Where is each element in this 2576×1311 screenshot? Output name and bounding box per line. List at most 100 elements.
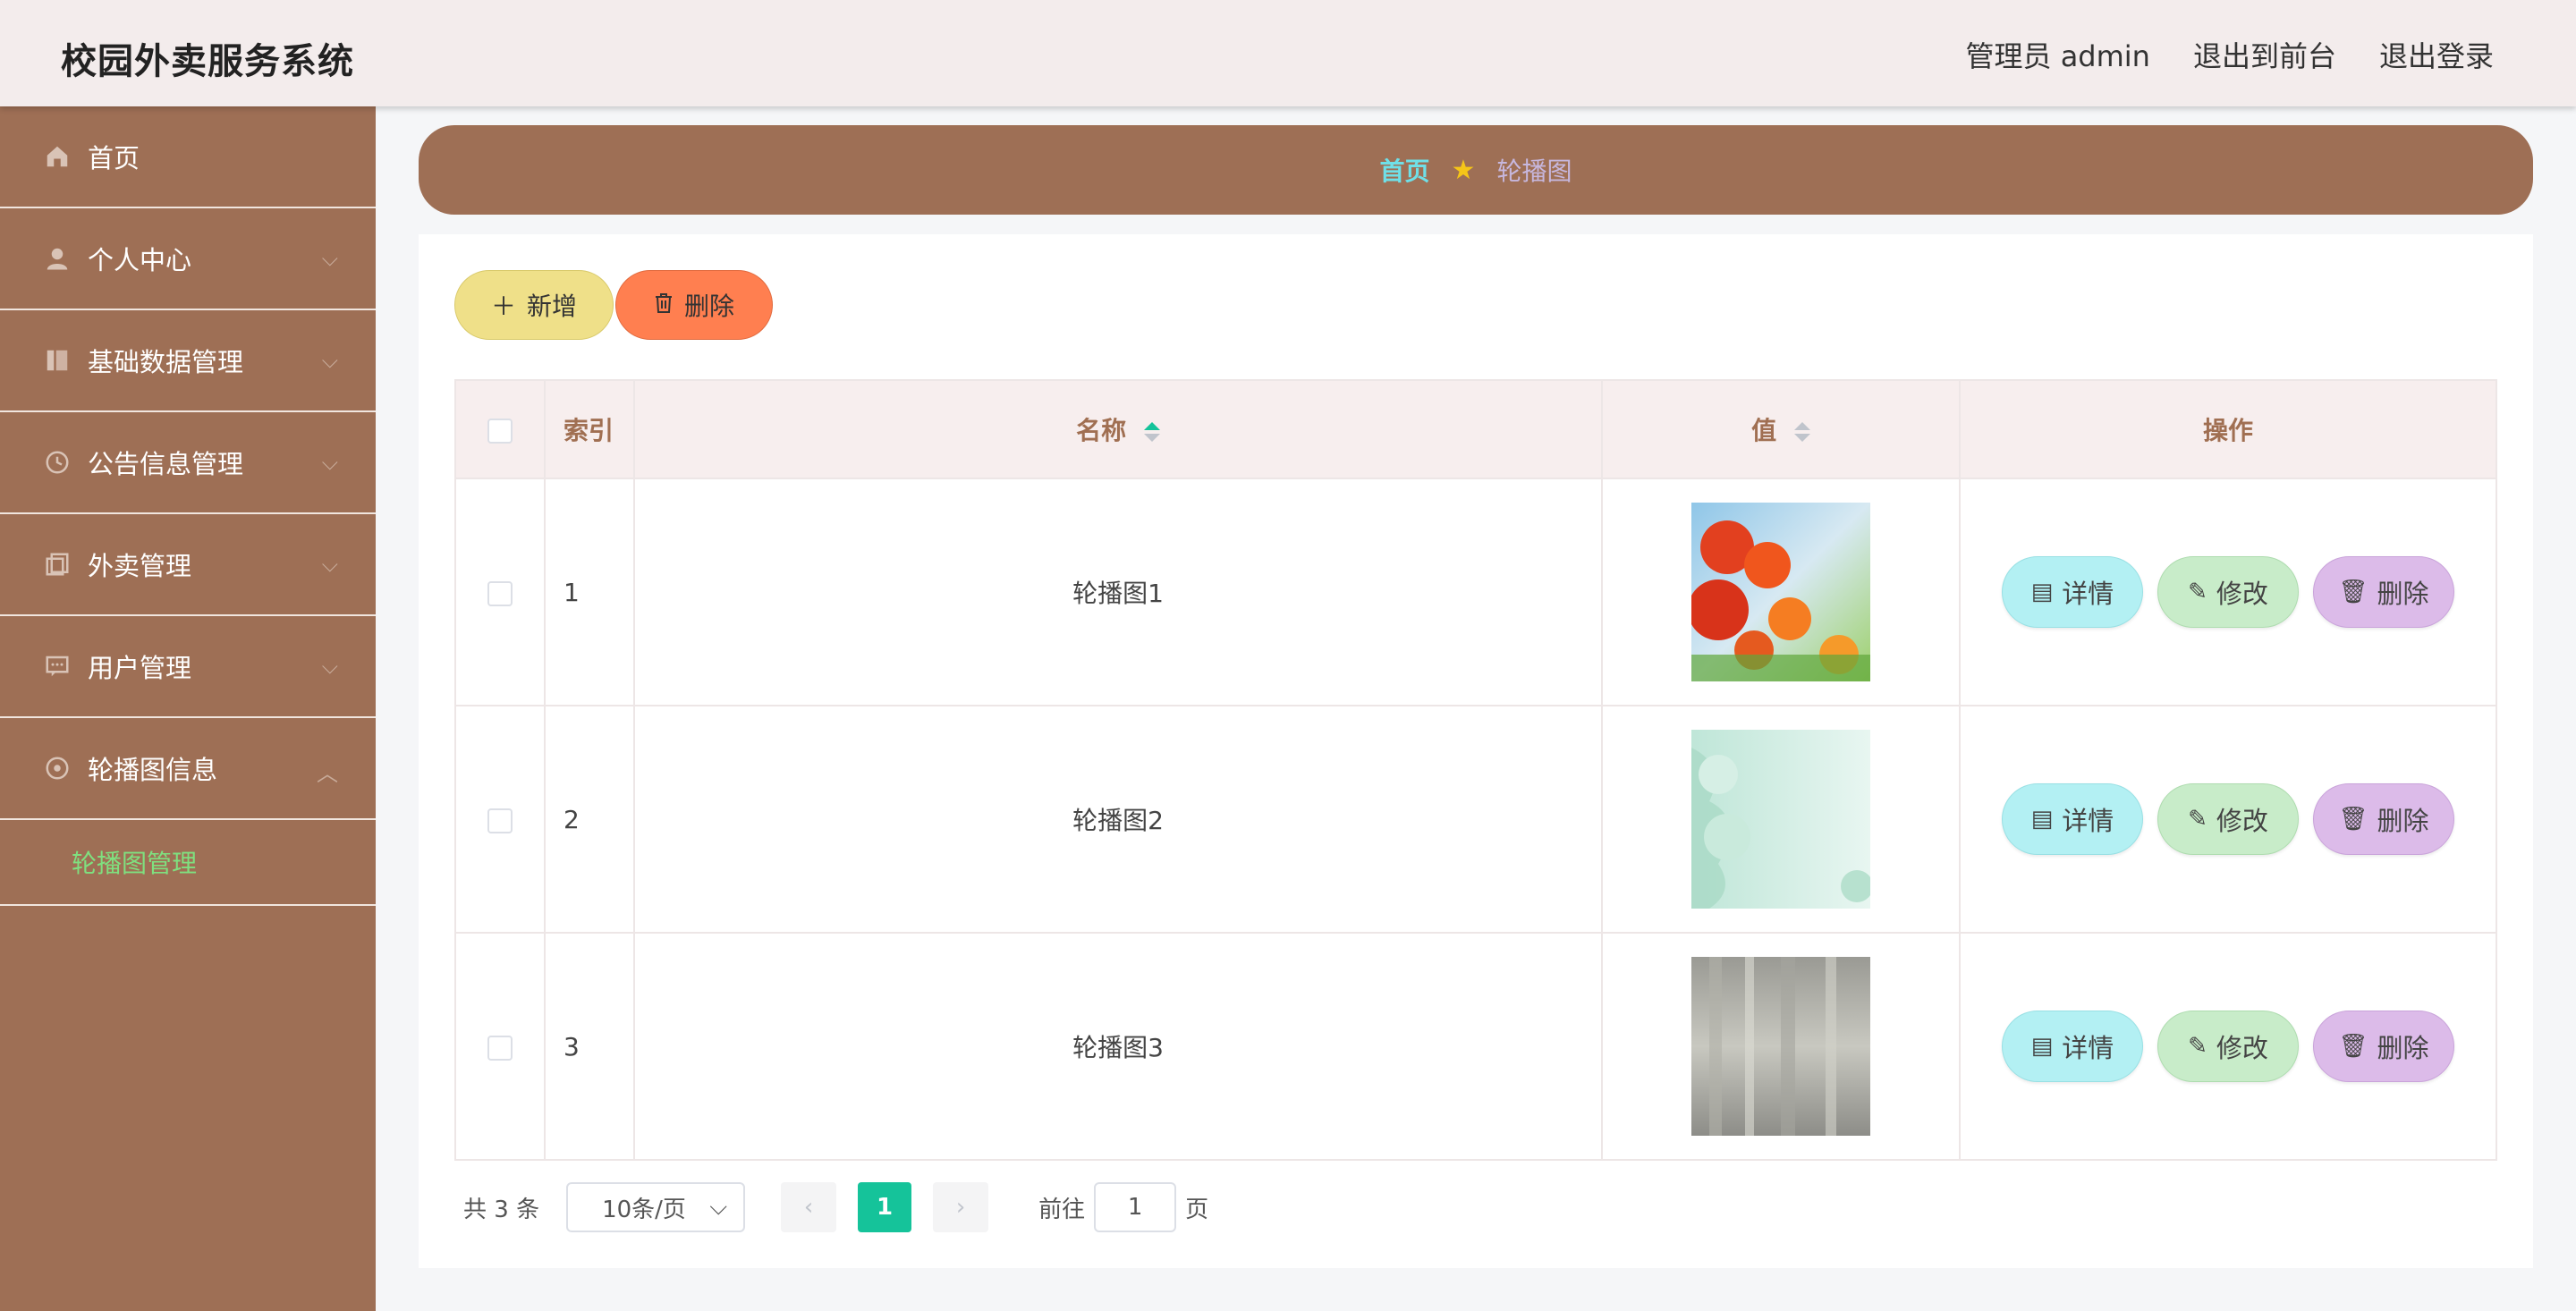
chevron-down-icon: ⌵ <box>321 348 338 373</box>
sidebar-item-label: 用户管理 <box>88 653 192 683</box>
delete-label: 删除 <box>2377 1033 2429 1063</box>
chevron-down-icon: ⌵ <box>709 1193 728 1221</box>
app-title: 校园外卖服务系统 <box>61 41 354 82</box>
exit-to-frontend-link[interactable]: 退出到前台 <box>2193 34 2336 75</box>
book-icon <box>43 346 72 375</box>
pagination-total: 共 3 条 <box>463 1196 540 1223</box>
edit-button[interactable]: ✎ 修改 <box>2157 556 2299 628</box>
page-size-select[interactable]: 10条/页 ⌵ <box>566 1182 746 1232</box>
sidebar-item-home[interactable]: 首页 <box>0 106 376 208</box>
column-header-name-label: 名称 <box>1076 416 1127 445</box>
home-icon <box>43 142 72 171</box>
document-icon: ▤ <box>2030 579 2054 605</box>
next-page-button[interactable]: › <box>933 1182 989 1232</box>
breadcrumb-current: 轮播图 <box>1496 156 1572 186</box>
trash-icon: 🗑 <box>2338 806 2368 833</box>
carousel-image-thumbnail[interactable] <box>1691 503 1870 681</box>
edit-button[interactable]: ✎ 修改 <box>2157 783 2299 855</box>
sort-icon[interactable] <box>1793 422 1810 442</box>
column-header-index: 索引 <box>544 379 635 479</box>
carousel-image-thumbnail[interactable] <box>1691 957 1870 1136</box>
row-checkbox[interactable] <box>487 580 513 606</box>
sidebar-item-basic-data[interactable]: 基础数据管理 ⌵ <box>0 310 376 412</box>
sidebar-subitem-carousel-manage[interactable]: 轮播图管理 <box>0 820 376 906</box>
add-button[interactable]: ＋ 新增 <box>454 270 614 340</box>
page-size-value: 10条/页 <box>602 1196 686 1223</box>
detail-button[interactable]: ▤ 详情 <box>2002 1011 2143 1082</box>
row-select-cell <box>454 705 546 934</box>
detail-button[interactable]: ▤ 详情 <box>2002 556 2143 628</box>
delete-button[interactable]: 🗑 删除 <box>2313 556 2454 628</box>
document-icon: ▤ <box>2030 806 2054 833</box>
data-table: 索引 名称 值 操作 1 轮播图1 ▤ 详情 ✎ 修改 🗑 删除 2 轮播图2 … <box>454 379 2497 1161</box>
row-actions: ▤ 详情 ✎ 修改 🗑 删除 <box>1959 478 2497 706</box>
breadcrumb-home[interactable]: 首页 <box>1380 152 1430 188</box>
star-icon: ★ <box>1451 154 1476 186</box>
sidebar-item-label: 首页 <box>88 143 140 173</box>
sidebar-item-notice[interactable]: 公告信息管理 ⌵ <box>0 412 376 514</box>
trash-icon: 🗑 <box>2338 579 2368 605</box>
row-checkbox[interactable] <box>487 808 513 833</box>
sidebar-item-carousel[interactable]: 轮播图信息 ︿ <box>0 718 376 820</box>
delete-button[interactable]: 🗑 删除 <box>2313 1011 2454 1082</box>
row-index: 3 <box>544 932 635 1161</box>
sidebar-item-users[interactable]: 用户管理 ⌵ <box>0 616 376 718</box>
trash-icon <box>654 291 674 320</box>
carousel-image-thumbnail[interactable] <box>1691 730 1870 909</box>
clock-icon <box>43 448 72 477</box>
table-header-row: 索引 名称 值 操作 <box>454 379 2497 479</box>
column-header-value[interactable]: 值 <box>1601 379 1961 479</box>
goto-suffix: 页 <box>1185 1196 1209 1223</box>
chevron-down-icon: ⌵ <box>321 246 338 271</box>
column-header-value-label: 值 <box>1751 416 1777 445</box>
top-nav: 管理员 admin 退出到前台 退出登录 <box>1966 34 2494 75</box>
detail-label: 详情 <box>2062 806 2114 836</box>
row-name: 轮播图3 <box>633 932 1603 1161</box>
chevron-up-icon: ︿ <box>317 761 338 786</box>
select-all-cell <box>454 379 546 479</box>
sidebar-item-label: 基础数据管理 <box>88 347 244 377</box>
row-value <box>1601 705 1961 934</box>
disc-icon <box>43 754 72 782</box>
page-number-button[interactable]: 1 <box>858 1182 912 1232</box>
row-name: 轮播图1 <box>633 478 1603 706</box>
delete-button[interactable]: 🗑 删除 <box>2313 783 2454 855</box>
goto-page-input[interactable]: 1 <box>1094 1182 1177 1232</box>
chevron-down-icon: ⌵ <box>321 450 338 475</box>
sort-icon[interactable] <box>1143 422 1160 442</box>
logout-link[interactable]: 退出登录 <box>2379 34 2494 75</box>
sidebar-item-personal[interactable]: 个人中心 ⌵ <box>0 208 376 310</box>
pagination: 共 3 条 10条/页 ⌵ ‹ 1 › 前往 1 页 <box>463 1182 1208 1232</box>
sidebar-item-label: 轮播图信息 <box>88 755 218 785</box>
batch-delete-label: 删除 <box>683 292 734 321</box>
document-icon: ▤ <box>2030 1033 2054 1060</box>
user-icon <box>43 244 72 273</box>
table-row: 3 轮播图3 ▤ 详情 ✎ 修改 🗑 删除 <box>454 932 2497 1161</box>
pencil-icon: ✎ <box>2188 1033 2207 1060</box>
row-checkbox[interactable] <box>487 1035 513 1061</box>
add-button-label: 新增 <box>527 292 578 321</box>
column-header-name[interactable]: 名称 <box>633 379 1603 479</box>
chat-icon <box>43 652 72 681</box>
sidebar-item-label: 公告信息管理 <box>88 449 244 479</box>
row-value <box>1601 932 1961 1161</box>
sidebar: 首页 个人中心 ⌵ 基础数据管理 ⌵ 公告信息管理 ⌵ 外卖管理 ⌵ 用户管理 … <box>0 106 376 1311</box>
prev-page-button[interactable]: ‹ <box>781 1182 837 1232</box>
admin-user-link[interactable]: 管理员 admin <box>1966 34 2150 75</box>
delete-label: 删除 <box>2377 579 2429 609</box>
sidebar-item-takeout[interactable]: 外卖管理 ⌵ <box>0 514 376 616</box>
batch-delete-button[interactable]: 删除 <box>615 270 773 340</box>
row-index: 2 <box>544 705 635 934</box>
breadcrumb: 首页 ★ 轮播图 <box>419 125 2533 215</box>
row-value <box>1601 478 1961 706</box>
sidebar-item-label: 外卖管理 <box>88 551 192 581</box>
select-all-checkbox[interactable] <box>487 418 513 444</box>
goto-prefix: 前往 <box>1038 1196 1086 1223</box>
copy-icon <box>43 550 72 579</box>
edit-button[interactable]: ✎ 修改 <box>2157 1011 2299 1082</box>
edit-label: 修改 <box>2216 579 2268 609</box>
detail-button[interactable]: ▤ 详情 <box>2002 783 2143 855</box>
row-actions: ▤ 详情 ✎ 修改 🗑 删除 <box>1959 705 2497 934</box>
detail-label: 详情 <box>2062 579 2114 609</box>
top-header: 校园外卖服务系统 管理员 admin 退出到前台 退出登录 <box>0 0 2576 106</box>
